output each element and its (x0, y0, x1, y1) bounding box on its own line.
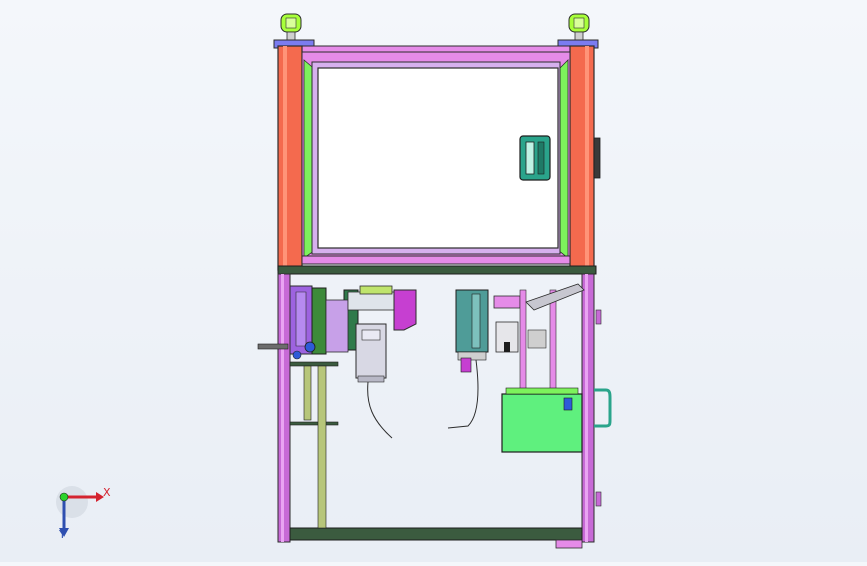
door-handle-icon[interactable] (519, 135, 551, 181)
machine-front-view (56, 13, 612, 549)
x-axis-label: X (103, 486, 111, 499)
lower-stand (257, 273, 612, 549)
left-post (277, 45, 303, 271)
leveling-foot-icon (568, 13, 590, 41)
magenta-block (393, 289, 417, 331)
cabinet-bottom-rail (301, 255, 571, 265)
base-rail (289, 527, 583, 541)
cad-viewport[interactable]: X Y (0, 0, 867, 562)
olive-rod (303, 365, 312, 421)
top-rail (299, 45, 573, 53)
left-shelf-top (289, 361, 339, 367)
right-post (569, 45, 595, 271)
box-handle (594, 388, 612, 428)
table-plate (277, 265, 597, 275)
sensor-block (493, 295, 521, 309)
y-axis-label: Y (59, 528, 66, 541)
upper-cabinet (273, 13, 601, 275)
cable-icon (367, 381, 393, 439)
leveling-foot-icon (280, 13, 302, 41)
assembly-block (325, 299, 349, 353)
knob-icon[interactable] (304, 341, 316, 353)
left-shelf-bottom (289, 421, 339, 426)
olive-post (317, 365, 327, 529)
